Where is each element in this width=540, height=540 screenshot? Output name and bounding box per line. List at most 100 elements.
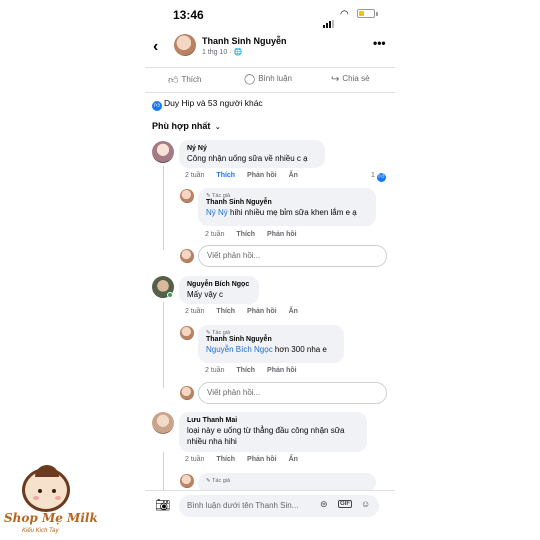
online-status-dot (167, 292, 173, 298)
phone-screen: 13:46 ◠ ‹ Thanh Sinh Nguyễn 1 thg 10 · 🌐… (145, 0, 395, 540)
reply-reply-button[interactable]: Phản hồi (267, 231, 297, 238)
like-reaction-icon: 👍︎ (376, 173, 386, 182)
reply-body: hihi nhiều mẹ bỉm sữa khen lắm e ạ (227, 208, 357, 217)
logo-eye (38, 489, 42, 493)
comment-bubble-icon: ◯ (244, 74, 256, 85)
comment-like-button[interactable]: Thích (216, 172, 235, 179)
commenter-avatar[interactable] (152, 412, 174, 434)
sort-dropdown[interactable]: Phù hợp nhất ⌄ (152, 121, 221, 131)
commenter-name[interactable]: Lưu Thanh Mai (187, 417, 359, 424)
comment-text-line: loại này e uống từ thẳng đầu công nhận s… (187, 426, 345, 435)
post-meta: 1 thg 10 · 🌐 (202, 49, 243, 56)
reaction-summary-text: Duy Hip và 53 người khác (164, 98, 263, 108)
reply-time: 2 tuần (205, 367, 225, 374)
back-arrow-icon[interactable]: ‹ (153, 38, 158, 56)
reply-reply-button[interactable]: Phản hồi (267, 367, 297, 374)
like-reaction-icon: 👍︎ (152, 101, 162, 111)
comment-meta: 2 tuần Thích Phản hồi Ẩn (185, 172, 308, 179)
like-label: Thích (181, 75, 202, 84)
compose-bar: 📷︎ Bình luận dưới tên Thanh Sin... ⊜ GIF… (145, 490, 395, 520)
status-bar: 13:46 ◠ (145, 0, 395, 30)
comment-reply-button[interactable]: Phản hồi (247, 308, 277, 315)
reply-like-button[interactable]: Thích (236, 367, 255, 374)
reply-text: Ný Ný hihi nhiều mẹ bỉm sữa khen lắm e ạ (206, 207, 368, 218)
reply-like-button[interactable]: Thích (236, 231, 255, 238)
reply-time: 2 tuần (205, 231, 225, 238)
thumbs-up-icon: 👍︎ (168, 75, 179, 86)
comment-hide-button[interactable]: Ẩn (289, 308, 298, 315)
comment-button[interactable]: ◯ Bình luận (244, 74, 292, 85)
divider (145, 92, 395, 93)
status-time: 13:46 (173, 8, 204, 22)
comment-meta: 2 tuần Thích Phản hồi Ẩn (185, 456, 308, 463)
reply-bubble: ✎ Tác giả Thanh Sinh Nguyễn Ný Ný hihi n… (198, 188, 376, 226)
author-avatar[interactable] (180, 189, 194, 203)
reply-input[interactable]: Viết phản hồi... (198, 245, 387, 267)
comment-label: Bình luận (258, 74, 293, 83)
battery-tip (376, 12, 378, 16)
comment-reaction-count[interactable]: 1 👍︎ (371, 172, 388, 182)
comment-text-line: nhiều nha hihi (187, 437, 237, 446)
mention-link[interactable]: Nguyễn Bích Ngọc (206, 345, 273, 354)
emoji-icon[interactable]: ☺ (361, 499, 370, 509)
share-button[interactable]: ↪ Chia sẻ (331, 74, 370, 85)
sticker-icon[interactable]: ⊜ (320, 499, 328, 510)
shop-logo-name: Shop Mẹ Milk (4, 511, 98, 525)
share-label: Chia sẻ (342, 74, 370, 83)
comment-hide-button[interactable]: Ẩn (289, 172, 298, 179)
more-options-icon[interactable]: ••• (373, 36, 386, 50)
logo-cheek (55, 496, 61, 500)
comment-reply-button[interactable]: Phản hồi (247, 456, 277, 463)
comment-bubble: Ný Ný Công nhận uống sữa về nhiều c ạ (179, 140, 325, 168)
reply-meta: 2 tuần Thích Phản hồi (205, 231, 307, 238)
like-button[interactable]: 👍︎ Thích (168, 74, 201, 86)
commenter-name[interactable]: Ný Ný (187, 145, 317, 152)
reply-meta: 2 tuần Thích Phản hồi (205, 367, 307, 374)
comment-time: 2 tuần (185, 308, 205, 315)
reaction-count-value: 1 (371, 172, 375, 179)
author-avatar[interactable] (180, 326, 194, 340)
shop-logo-subtitle: Kiếu Kich Tay (22, 528, 59, 534)
author-avatar[interactable] (180, 474, 194, 488)
share-arrow-icon: ↪ (331, 74, 340, 85)
reply-input[interactable]: Viết phản hồi... (198, 382, 387, 404)
comment-time: 2 tuần (185, 172, 205, 179)
thread-line (163, 302, 164, 388)
signal-icon (323, 10, 335, 28)
reaction-summary[interactable]: 👍︎ Duy Hip và 53 người khác (152, 98, 263, 111)
commenter-avatar[interactable] (152, 141, 174, 163)
commenter-name[interactable]: Nguyễn Bích Ngọc (187, 281, 251, 288)
logo-cheek (33, 496, 39, 500)
reply-author-name[interactable]: Thanh Sinh Nguyễn (206, 336, 336, 343)
reply-text: Nguyễn Bích Ngọc hơn 300 nha e (206, 344, 336, 355)
gif-button[interactable]: GIF (338, 500, 352, 508)
comment-text: Công nhận uống sữa về nhiều c ạ (187, 154, 308, 163)
poster-name[interactable]: Thanh Sinh Nguyễn (202, 36, 287, 46)
comment-bubble: Lưu Thanh Mai loại này e uống từ thẳng đ… (179, 412, 367, 452)
mention-link[interactable]: Ný Ný (206, 208, 228, 217)
camera-icon[interactable]: 📷︎ (155, 498, 170, 512)
post-header: ‹ Thanh Sinh Nguyễn 1 thg 10 · 🌐 ••• (145, 30, 395, 64)
logo-eye (52, 489, 56, 493)
self-avatar (180, 249, 194, 263)
chevron-down-icon: ⌄ (214, 124, 221, 131)
wifi-icon: ◠ (340, 9, 349, 20)
reply-body: hơn 300 nha e (272, 345, 327, 354)
comment-time: 2 tuần (185, 456, 205, 463)
reply-author-name[interactable]: Thanh Sinh Nguyễn (206, 199, 368, 206)
comment-meta: 2 tuần Thích Phản hồi Ẩn (185, 308, 308, 315)
reply-bubble: ✎ Tác giả Thanh Sinh Nguyễn Nguyễn Bích … (198, 325, 344, 363)
sort-label: Phù hợp nhất (152, 121, 211, 131)
author-tag: ✎ Tác giả (206, 478, 231, 484)
poster-avatar[interactable] (174, 34, 196, 56)
self-avatar (180, 386, 194, 400)
comment-text: Mấy vậy c (187, 290, 224, 299)
comment-reply-button[interactable]: Phản hồi (247, 172, 277, 179)
thread-line (163, 452, 164, 492)
comment-like-button[interactable]: Thích (216, 308, 235, 315)
comment-bubble: Nguyễn Bích Ngọc Mấy vậy c (179, 276, 259, 304)
battery-icon (357, 9, 375, 18)
comment-like-button[interactable]: Thích (216, 456, 235, 463)
shop-logo-icon (22, 465, 70, 512)
comment-hide-button[interactable]: Ẩn (289, 456, 298, 463)
